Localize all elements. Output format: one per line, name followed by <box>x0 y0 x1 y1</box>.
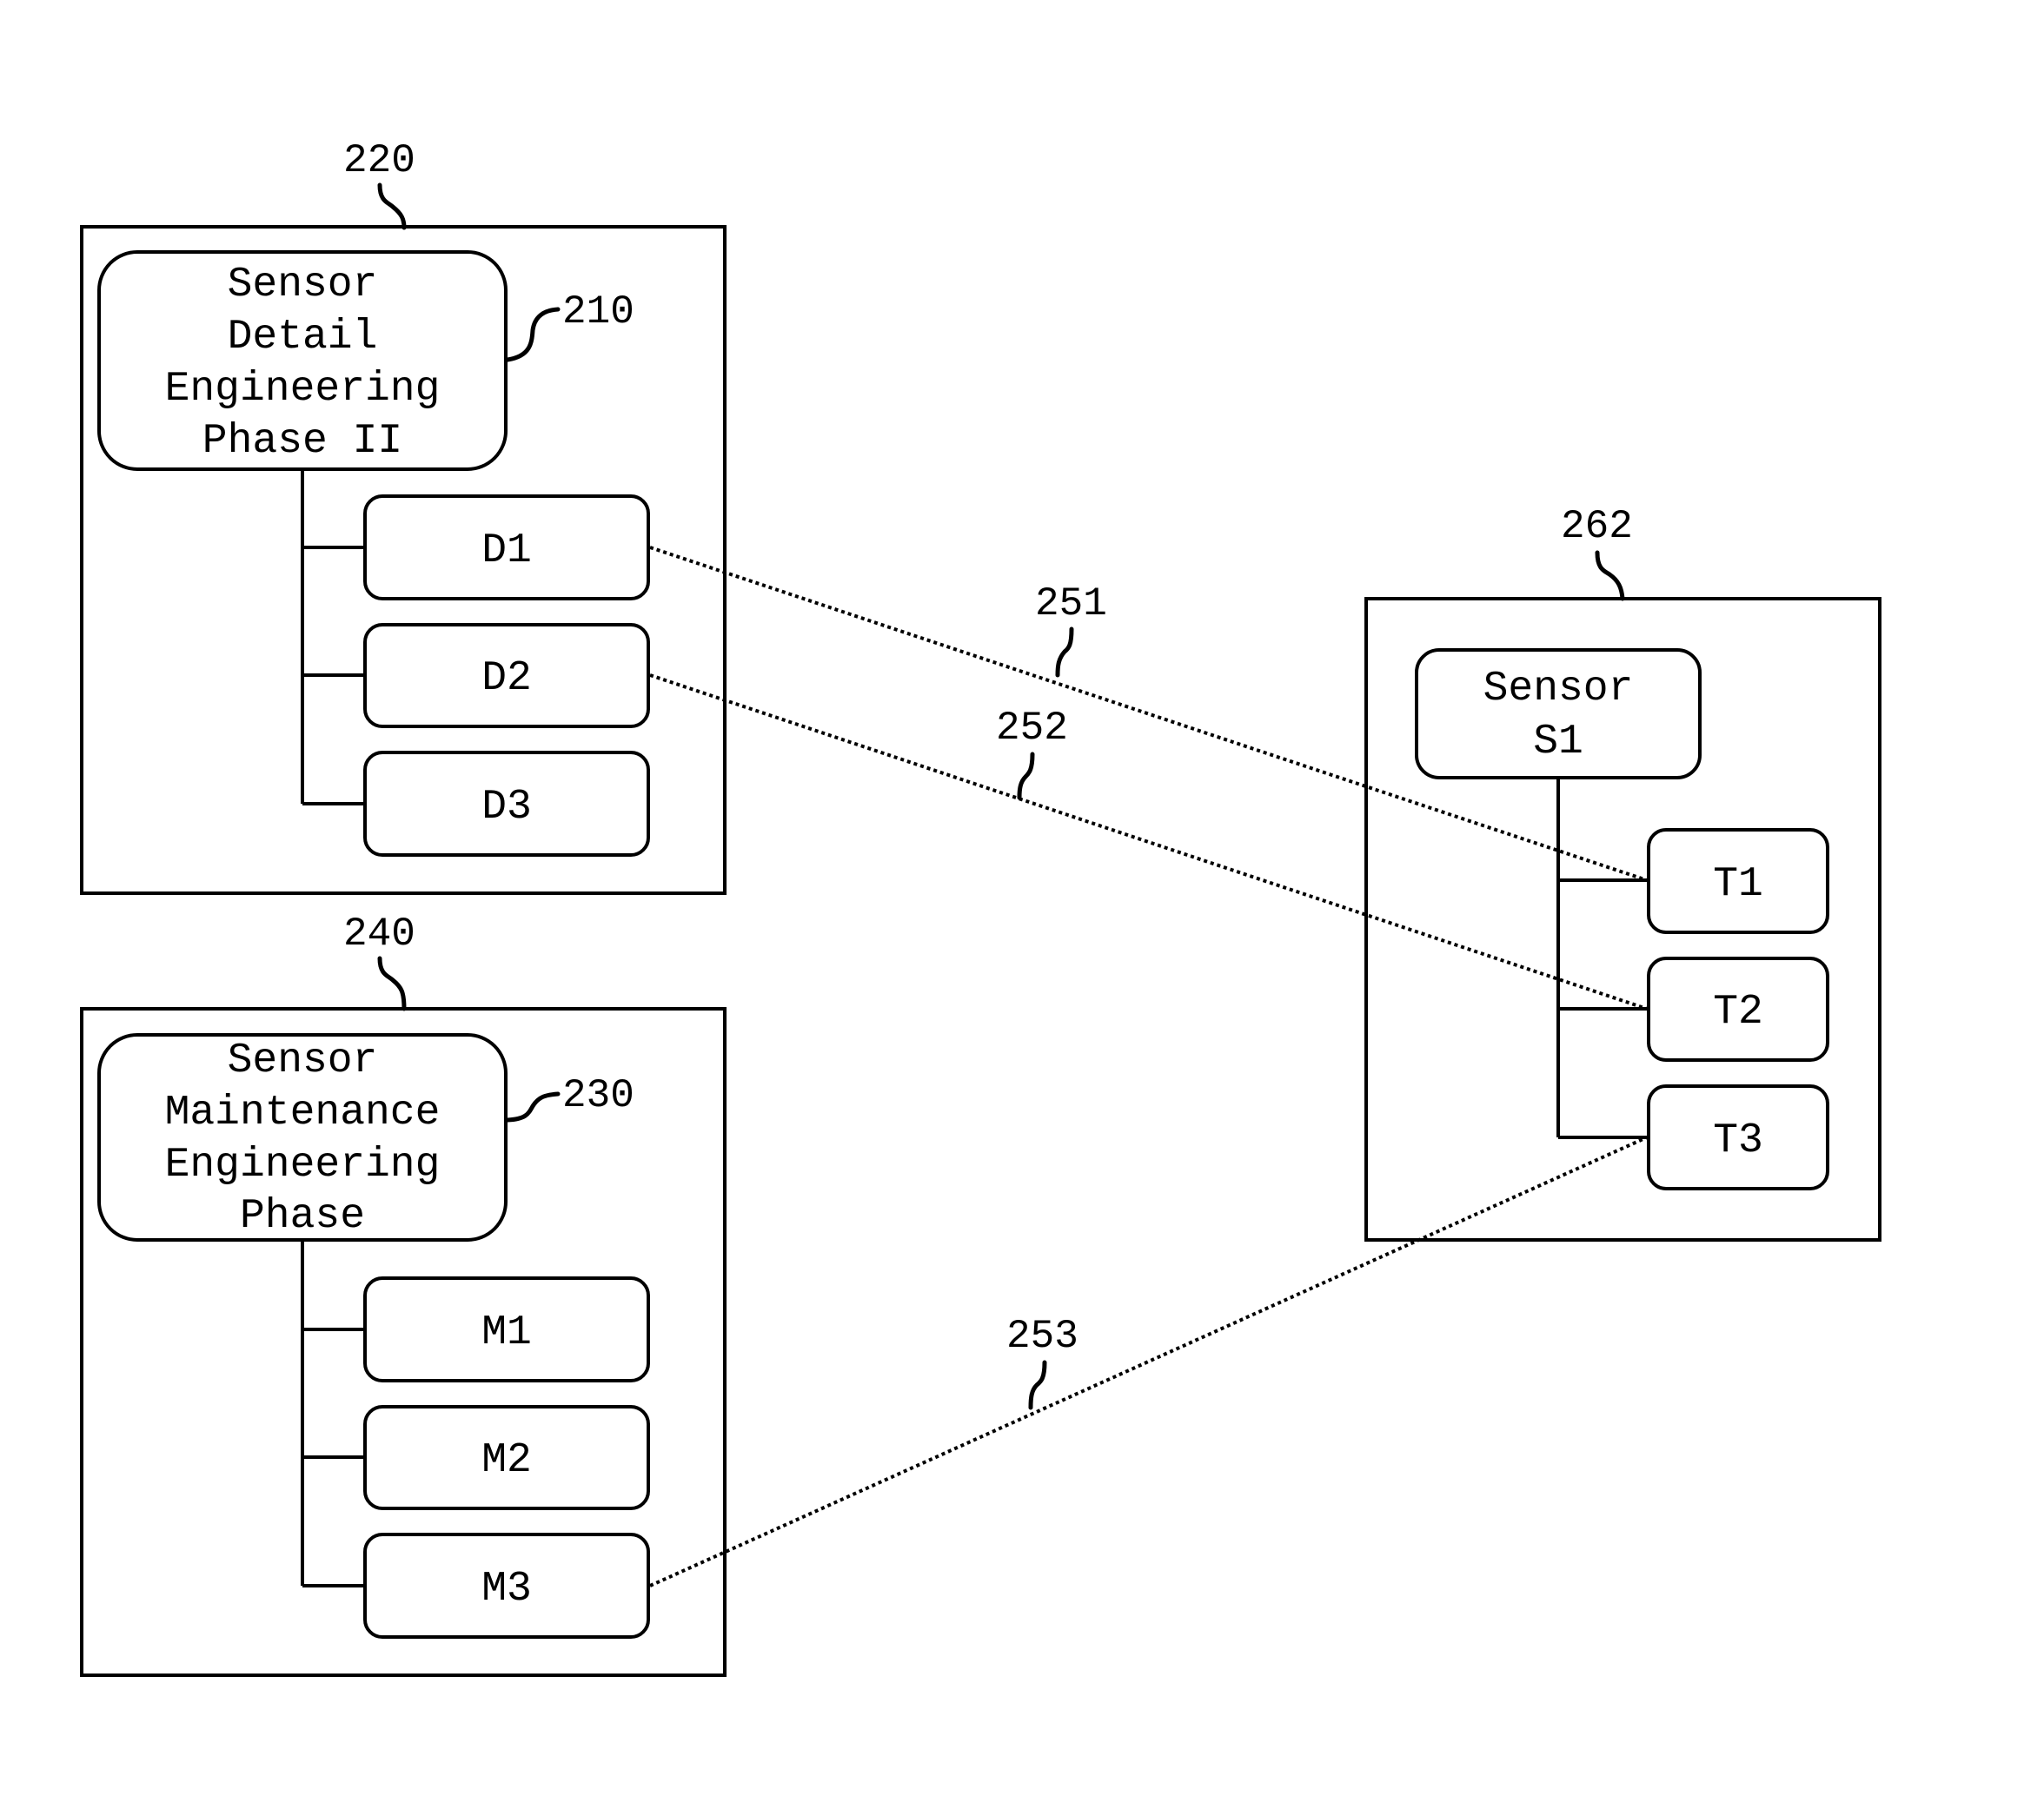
leader-210 <box>505 307 561 362</box>
header-line-1: Sensor <box>228 1037 378 1084</box>
ref-label-252: 252 <box>996 706 1068 751</box>
ref-label-251: 251 <box>1035 581 1107 626</box>
leader-252 <box>1017 752 1035 800</box>
header-line-3: Engineering <box>165 366 441 413</box>
header-line-3: Engineering <box>165 1142 441 1189</box>
diagram-canvas: 220 Sensor Detail Engineering Phase II 2… <box>80 138 1881 1677</box>
item-label-m1: M1 <box>481 1309 532 1356</box>
header-line-2: Detail <box>228 314 378 361</box>
ref-label-220: 220 <box>343 138 415 183</box>
header-line-4: Phase II <box>202 418 402 465</box>
group-maintenance-engineering: 240 Sensor Maintenance Engineering Phase… <box>80 911 727 1677</box>
ref-label-253: 253 <box>1006 1314 1078 1359</box>
group-detail-engineering: 220 Sensor Detail Engineering Phase II 2… <box>80 138 727 895</box>
item-label-t3: T3 <box>1713 1117 1763 1164</box>
tree-connector <box>301 469 365 805</box>
tree-connector <box>301 1240 365 1587</box>
item-label-d1: D1 <box>481 527 532 574</box>
item-label-t2: T2 <box>1713 989 1763 1036</box>
item-label-t1: T1 <box>1713 861 1763 908</box>
leader-240 <box>377 956 407 1011</box>
item-label-d2: D2 <box>481 655 532 702</box>
leader-220 <box>377 182 407 230</box>
item-label-m3: M3 <box>481 1566 532 1613</box>
leader-251 <box>1055 626 1074 678</box>
tree-connector <box>1556 778 1649 1139</box>
header-line-2: Maintenance <box>165 1090 441 1137</box>
ref-label-240: 240 <box>343 911 415 957</box>
ref-label-262: 262 <box>1561 504 1633 549</box>
header-line-1: Sensor <box>1483 666 1634 712</box>
leader-262 <box>1595 550 1625 601</box>
group-sensor-s1: 262 Sensor S1 T1 T2 T3 <box>1364 504 1881 1242</box>
header-line-1: Sensor <box>228 262 378 308</box>
ref-label-210: 210 <box>562 289 634 335</box>
leader-230 <box>505 1091 561 1123</box>
header-line-4: Phase <box>240 1193 365 1240</box>
item-label-m2: M2 <box>481 1437 532 1484</box>
header-line-2: S1 <box>1533 719 1583 766</box>
leader-253 <box>1028 1360 1047 1410</box>
ref-label-230: 230 <box>562 1073 634 1118</box>
link-253-m3-t3[interactable] <box>649 1136 1648 1587</box>
item-label-d3: D3 <box>481 784 532 831</box>
